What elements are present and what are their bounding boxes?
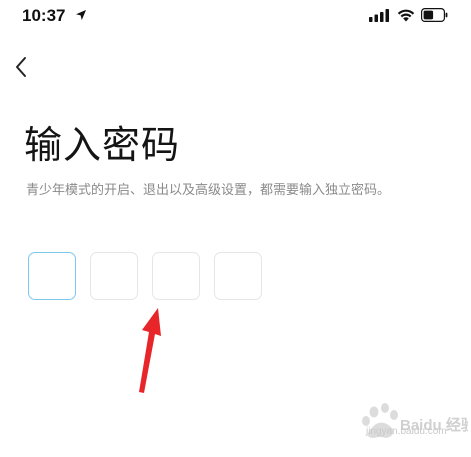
location-arrow-icon xyxy=(76,10,86,20)
passcode-digit-2[interactable] xyxy=(90,252,138,300)
passcode-digit-3[interactable] xyxy=(152,252,200,300)
watermark-url: jingyan.baidu.com xyxy=(366,426,447,437)
page-title: 输入密码 xyxy=(24,123,181,167)
screen: 10:37 输入密码 青少年模式的开启、退出以及高级设置，都需要输入独立密码。 xyxy=(0,0,471,457)
passcode-digit-1[interactable] xyxy=(28,252,76,300)
status-bar: 10:37 xyxy=(0,0,471,34)
status-time: 10:37 xyxy=(22,6,66,25)
back-button[interactable] xyxy=(10,53,36,81)
chevron-left-icon xyxy=(16,57,26,77)
page-description: 青少年模式的开启、退出以及高级设置，都需要输入独立密码。 xyxy=(26,183,391,198)
wifi-icon xyxy=(397,9,415,22)
passcode-digit-4[interactable] xyxy=(214,252,262,300)
red-arrow-annotation xyxy=(139,308,161,393)
signal-icon xyxy=(369,9,389,22)
passcode-input[interactable] xyxy=(28,252,268,302)
battery-icon xyxy=(421,8,448,22)
